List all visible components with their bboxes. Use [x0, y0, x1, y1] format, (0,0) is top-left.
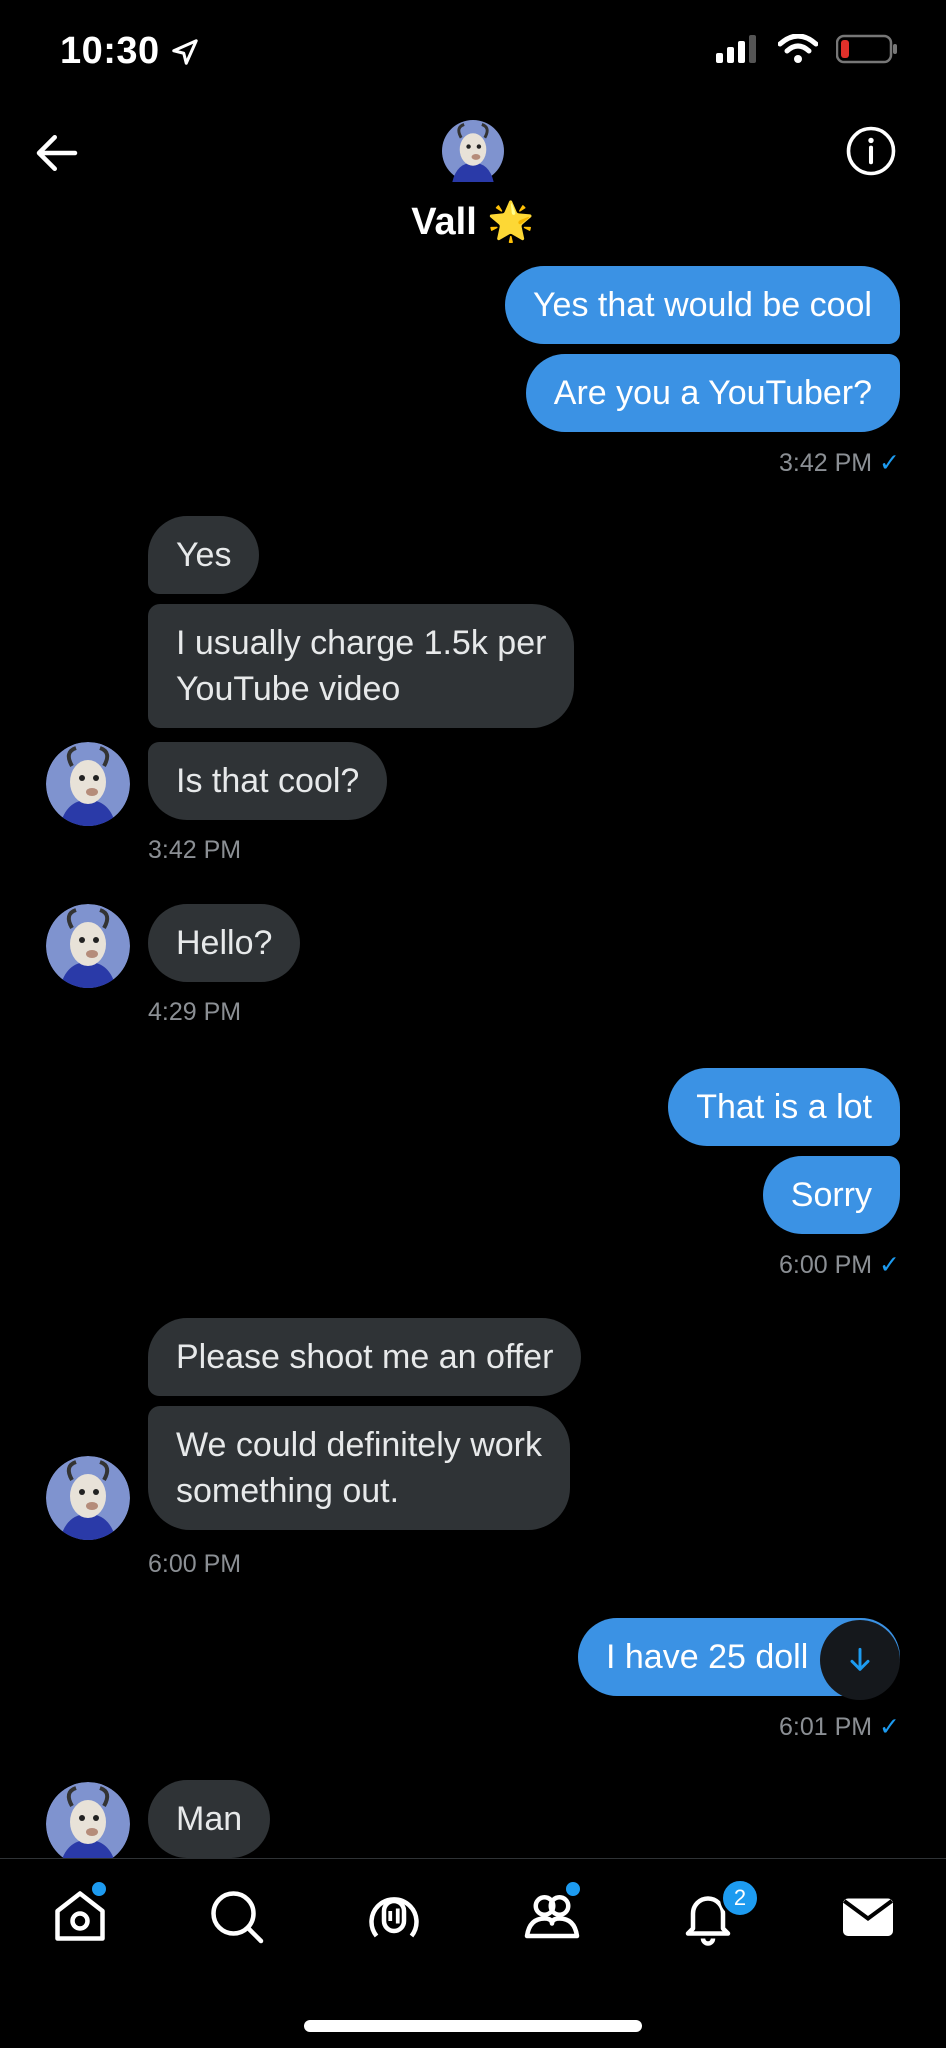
status-indicators — [716, 34, 898, 64]
goat-avatar-icon — [46, 1456, 130, 1540]
message-timestamp: 6:01 PM ✓ — [778, 1713, 900, 1741]
message-text: Yes that would be cool — [533, 286, 872, 324]
received-message-bubble[interactable]: Yes — [148, 516, 260, 594]
sent-message-bubble[interactable]: Sorry — [762, 1156, 900, 1234]
avatar[interactable] — [46, 1782, 130, 1866]
message-text: I usually charge 1.5k per — [176, 624, 547, 662]
received-message-bubble[interactable]: I usually charge 1.5k per YouTube video — [148, 604, 575, 728]
message-timestamp: 3:42 PM ✓ — [778, 449, 900, 477]
message-timestamp: 4:29 PM — [148, 998, 242, 1026]
sent-message-bubble[interactable]: Are you a YouTuber? — [525, 354, 900, 432]
message-text: That is a lot — [696, 1088, 872, 1126]
message-text: Are you a YouTuber? — [553, 374, 872, 412]
scroll-down-icon — [850, 1647, 870, 1671]
avatar[interactable] — [46, 904, 130, 988]
home-indicator — [304, 2020, 642, 2032]
sent-message-bubble[interactable]: That is a lot — [668, 1068, 900, 1146]
received-message-bubble[interactable]: Is that cool? — [148, 742, 388, 820]
search-icon[interactable] — [206, 1886, 266, 1946]
mail-icon[interactable] — [838, 1886, 898, 1946]
contact-avatar[interactable] — [442, 120, 504, 182]
message-text: something out. — [176, 1472, 400, 1510]
message-text: I have 25 doll — [606, 1638, 809, 1676]
home-notification-dot — [90, 1880, 108, 1898]
received-message-bubble[interactable]: We could definitely work something out. — [148, 1406, 570, 1530]
goat-avatar-icon — [46, 1782, 130, 1866]
cellular-signal-icon — [716, 35, 756, 63]
message-text: Man — [176, 1800, 243, 1838]
info-icon[interactable] — [844, 124, 898, 178]
location-arrow-icon — [171, 38, 198, 65]
goat-avatar-icon — [442, 120, 504, 182]
read-check-icon: ✓ — [879, 1251, 900, 1279]
received-message-bubble[interactable]: Hello? — [148, 904, 301, 982]
star-emoji: 🌟 — [487, 201, 535, 243]
message-timestamp: 3:42 PM — [148, 836, 242, 864]
sent-message-bubble[interactable]: Yes that would be cool — [505, 266, 900, 344]
message-text: Please shoot me an offer — [176, 1338, 554, 1376]
message-timestamp: 6:00 PM ✓ — [778, 1251, 900, 1279]
notification-badge: 2 — [720, 1878, 760, 1918]
avatar[interactable] — [46, 742, 130, 826]
communities-notification-dot — [564, 1880, 582, 1898]
read-check-icon: ✓ — [879, 449, 900, 477]
back-arrow-icon[interactable] — [30, 126, 84, 180]
read-check-icon: ✓ — [879, 1713, 900, 1741]
goat-avatar-icon — [46, 904, 130, 988]
message-text: Yes — [176, 536, 232, 574]
message-timestamp: 6:00 PM — [148, 1550, 242, 1578]
wifi-icon — [778, 34, 818, 63]
bottom-navigation — [0, 1858, 946, 1979]
message-text: Hello? — [176, 924, 273, 962]
message-text: Is that cool? — [176, 762, 360, 800]
received-message-bubble[interactable]: Please shoot me an offer — [148, 1318, 582, 1396]
message-text: We could definitely work — [176, 1426, 542, 1464]
contact-name: Vall — [411, 201, 477, 243]
message-text: YouTube video — [176, 670, 401, 708]
goat-avatar-icon — [46, 742, 130, 826]
received-message-bubble[interactable]: Man — [148, 1780, 271, 1858]
avatar[interactable] — [46, 1456, 130, 1540]
clock-text: 10:30 — [60, 30, 160, 72]
battery-icon — [836, 34, 897, 64]
conversation-title: Vall 🌟 — [0, 200, 946, 244]
status-time: 10:30 — [60, 30, 200, 73]
spaces-icon[interactable] — [364, 1886, 424, 1946]
scroll-to-bottom-button[interactable] — [820, 1620, 900, 1700]
message-text: Sorry — [790, 1176, 872, 1214]
